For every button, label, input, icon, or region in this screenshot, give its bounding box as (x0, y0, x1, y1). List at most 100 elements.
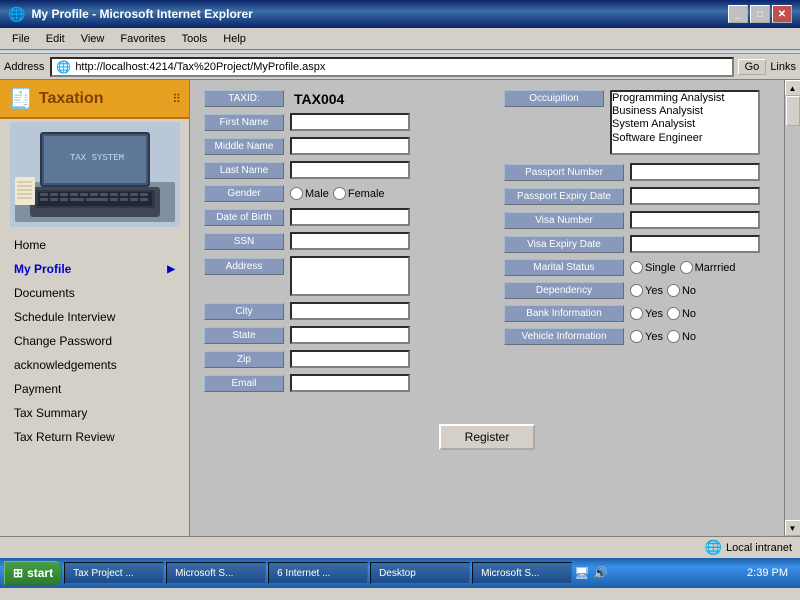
sidebar-item-taxsummary[interactable]: Tax Summary (0, 401, 189, 425)
visa-label: Visa Number (504, 212, 624, 229)
zip-input[interactable] (290, 350, 410, 368)
visa-expiry-label: Visa Expiry Date (504, 236, 624, 253)
occupation-container: Programming Analysist Business Analysist… (610, 90, 760, 155)
nav-arrow-icon: ▶ (167, 264, 175, 275)
scroll-track (785, 96, 800, 520)
start-button[interactable]: ⊞ start (4, 561, 62, 585)
sidebar-item-acknowledgements[interactable]: acknowledgements (0, 353, 189, 377)
minimize-button[interactable]: _ (728, 5, 748, 23)
maximize-button[interactable]: □ (750, 5, 770, 23)
menu-tools[interactable]: Tools (174, 31, 216, 47)
dob-row: Date of Birth (204, 208, 484, 226)
sidebar-item-myprofile[interactable]: My Profile ▶ (0, 257, 189, 281)
sidebar-nav: Home My Profile ▶ Documents Schedule Int… (0, 229, 189, 453)
menu-edit[interactable]: Edit (38, 31, 73, 47)
dependency-label: Dependency (504, 282, 624, 299)
addressbar: Address 🌐 http://localhost:4214/Tax%20Pr… (0, 54, 800, 80)
marital-married-label[interactable]: Marrried (680, 261, 736, 274)
page-icon: 🌐 (56, 60, 71, 74)
email-input[interactable] (290, 374, 410, 392)
taskbar-clock: 2:39 PM (739, 567, 796, 579)
vehicle-yes-radio[interactable] (630, 330, 643, 343)
bank-no-radio[interactable] (667, 307, 680, 320)
visa-expiry-row: Visa Expiry Date (504, 235, 770, 253)
sidebar-item-payment[interactable]: Payment (0, 377, 189, 401)
passport-expiry-input[interactable] (630, 187, 760, 205)
links-button[interactable]: Links (770, 61, 796, 73)
bank-no-label[interactable]: No (667, 307, 696, 320)
close-button[interactable]: ✕ (772, 5, 792, 23)
gender-male-radio[interactable] (290, 187, 303, 200)
bank-yes-radio[interactable] (630, 307, 643, 320)
firstname-input[interactable] (290, 113, 410, 131)
visa-input[interactable] (630, 211, 760, 229)
vertical-scrollbar[interactable]: ▲ ▼ (784, 80, 800, 536)
statusbar: 🌐 Local intranet (0, 536, 800, 558)
lastname-input[interactable] (290, 161, 410, 179)
visa-expiry-input[interactable] (630, 235, 760, 253)
form-left: TAXID: TAX004 First Name Middle Name Las… (204, 90, 484, 398)
gender-male-label[interactable]: Male (290, 187, 329, 200)
city-input[interactable] (290, 302, 410, 320)
visa-row: Visa Number (504, 211, 770, 229)
sidebar-item-documents[interactable]: Documents (0, 281, 189, 305)
address-label: Address (204, 258, 284, 275)
dependency-group: Yes No (630, 284, 696, 297)
status-zone: Local intranet (726, 542, 792, 554)
taskbar-item-1[interactable]: Microsoft S... (166, 562, 266, 584)
taskbar-item-2[interactable]: 6 Internet ... (268, 562, 368, 584)
occupation-option-3[interactable]: Software Engineer (612, 132, 758, 145)
sidebar-item-changepassword[interactable]: Change Password (0, 329, 189, 353)
bank-group: Yes No (630, 307, 696, 320)
vehicle-no-radio[interactable] (667, 330, 680, 343)
vehicle-label: Vehicle Information (504, 328, 624, 345)
city-label: City (204, 303, 284, 320)
dependency-no-radio[interactable] (667, 284, 680, 297)
windows-logo-icon: ⊞ (13, 566, 23, 580)
sidebar-title: Taxation (39, 90, 104, 108)
menu-help[interactable]: Help (215, 31, 254, 47)
sidebar-grip[interactable]: ⠿ (172, 92, 181, 106)
bank-yes-label[interactable]: Yes (630, 307, 663, 320)
menu-file[interactable]: File (4, 31, 38, 47)
dependency-yes-radio[interactable] (630, 284, 643, 297)
marital-single-radio[interactable] (630, 261, 643, 274)
taskbar-item-4[interactable]: Microsoft S... (472, 562, 572, 584)
occupation-option-0[interactable]: Programming Analysist (612, 92, 758, 105)
sidebar-item-taxreturn[interactable]: Tax Return Review (0, 425, 189, 449)
firstname-row: First Name (204, 113, 484, 131)
taskbar-item-3[interactable]: Desktop (370, 562, 470, 584)
sidebar-item-home[interactable]: Home (0, 233, 189, 257)
middlename-input[interactable] (290, 137, 410, 155)
vehicle-yes-label[interactable]: Yes (630, 330, 663, 343)
taskbar-item-0[interactable]: Tax Project ... (64, 562, 164, 584)
passport-input[interactable] (630, 163, 760, 181)
vehicle-no-label[interactable]: No (667, 330, 696, 343)
marital-single-label[interactable]: Single (630, 261, 676, 274)
marital-married-radio[interactable] (680, 261, 693, 274)
dependency-no-label[interactable]: No (667, 284, 696, 297)
ssn-input[interactable] (290, 232, 410, 250)
occupation-select[interactable]: Programming Analysist Business Analysist… (610, 90, 760, 155)
menu-favorites[interactable]: Favorites (112, 31, 173, 47)
scroll-down-button[interactable]: ▼ (785, 520, 800, 536)
scroll-thumb[interactable] (786, 96, 800, 126)
gender-female-radio[interactable] (333, 187, 346, 200)
dependency-yes-label[interactable]: Yes (630, 284, 663, 297)
earth-icon: 🌐 (705, 539, 722, 556)
register-button[interactable]: Register (439, 424, 536, 450)
address-field[interactable]: 🌐 http://localhost:4214/Tax%20Project/My… (50, 57, 733, 77)
gender-female-label[interactable]: Female (333, 187, 385, 200)
go-button[interactable]: Go (738, 59, 767, 75)
middlename-row: Middle Name (204, 137, 484, 155)
dob-input[interactable] (290, 208, 410, 226)
menu-view[interactable]: View (73, 31, 113, 47)
address-input[interactable] (290, 256, 410, 296)
marital-label: Marital Status (504, 259, 624, 276)
occupation-option-2[interactable]: System Analysist (612, 118, 758, 131)
sidebar-item-schedule[interactable]: Schedule Interview (0, 305, 189, 329)
address-url: http://localhost:4214/Tax%20Project/MyPr… (75, 61, 325, 73)
state-input[interactable] (290, 326, 410, 344)
occupation-option-1[interactable]: Business Analysist (612, 105, 758, 118)
scroll-up-button[interactable]: ▲ (785, 80, 800, 96)
